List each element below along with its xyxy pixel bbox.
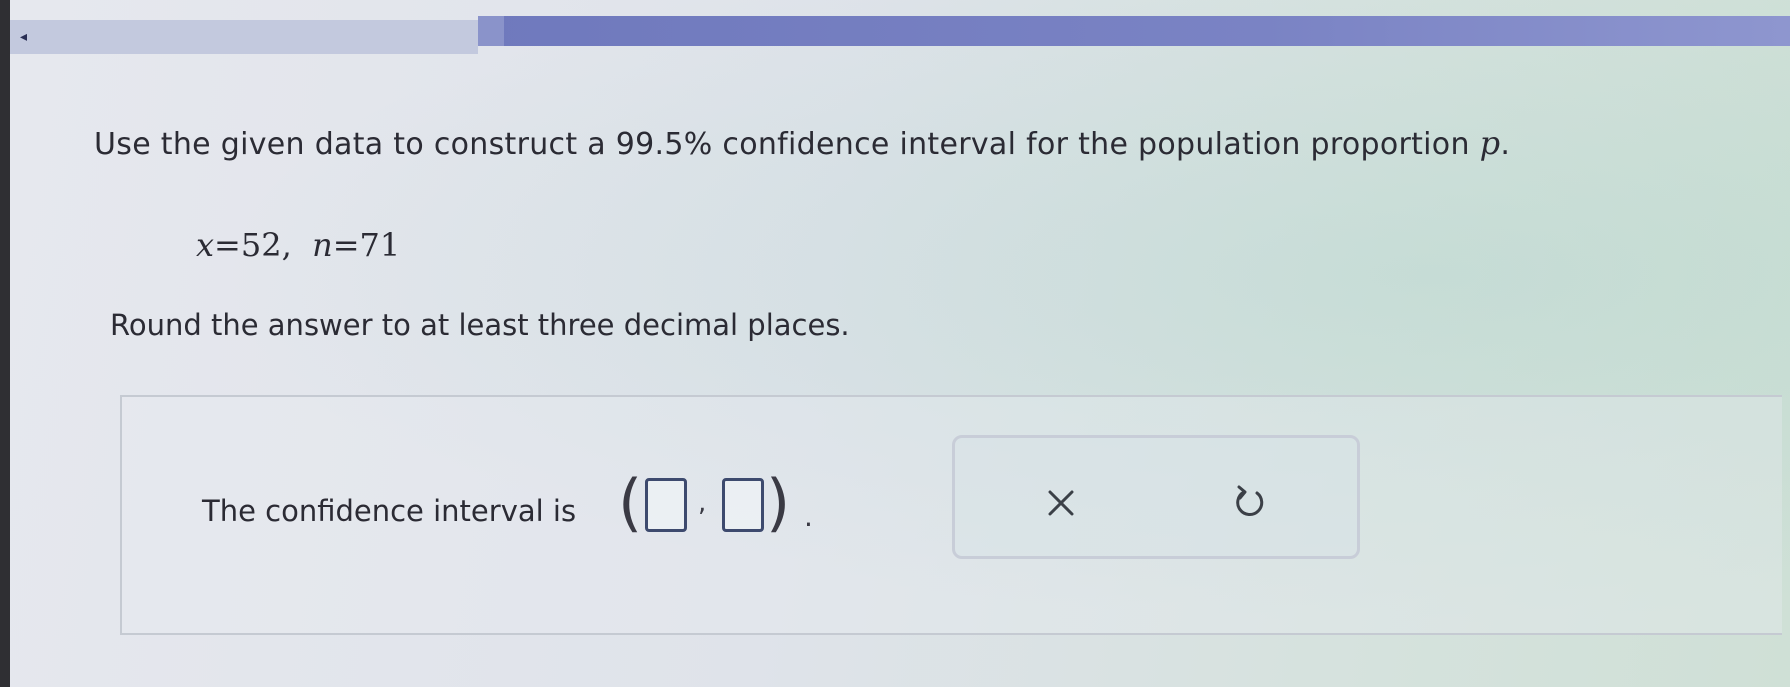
undo-button[interactable] <box>1226 478 1276 528</box>
top-bar-left <box>10 20 478 54</box>
n-variable: n <box>312 226 333 264</box>
undo-icon <box>1236 485 1264 517</box>
lower-bound-input[interactable] <box>645 478 687 532</box>
given-data: x=52, n=71 <box>196 226 400 264</box>
answer-period: . <box>804 500 813 533</box>
answer-actions-panel <box>952 435 1360 559</box>
close-parenthesis: ) <box>766 466 791 539</box>
progress-marker <box>478 16 504 46</box>
confidence-interval-label: The confidence interval is <box>202 494 577 528</box>
question-text: Use the given data to construct a 99.5% … <box>94 127 1480 162</box>
open-parenthesis: ( <box>618 466 643 539</box>
progress-bar <box>478 16 1790 46</box>
close-icon <box>1048 490 1074 516</box>
back-arrow-icon[interactable]: ◂ <box>20 27 27 47</box>
question-period: . <box>1500 127 1511 162</box>
interval-separator: , <box>698 488 707 518</box>
monitor-bezel <box>0 0 10 687</box>
population-proportion-variable: p <box>1479 124 1501 162</box>
n-value: =71 <box>332 226 401 264</box>
upper-bound-input[interactable] <box>722 478 764 532</box>
x-value: =52, <box>214 226 292 264</box>
question-prompt: Use the given data to construct a 99.5% … <box>94 124 1510 162</box>
rounding-instruction: Round the answer to at least three decim… <box>110 308 850 342</box>
x-variable: x <box>196 226 215 264</box>
interval-input-group: ( , ) <box>618 466 828 546</box>
clear-button[interactable] <box>1036 478 1086 528</box>
